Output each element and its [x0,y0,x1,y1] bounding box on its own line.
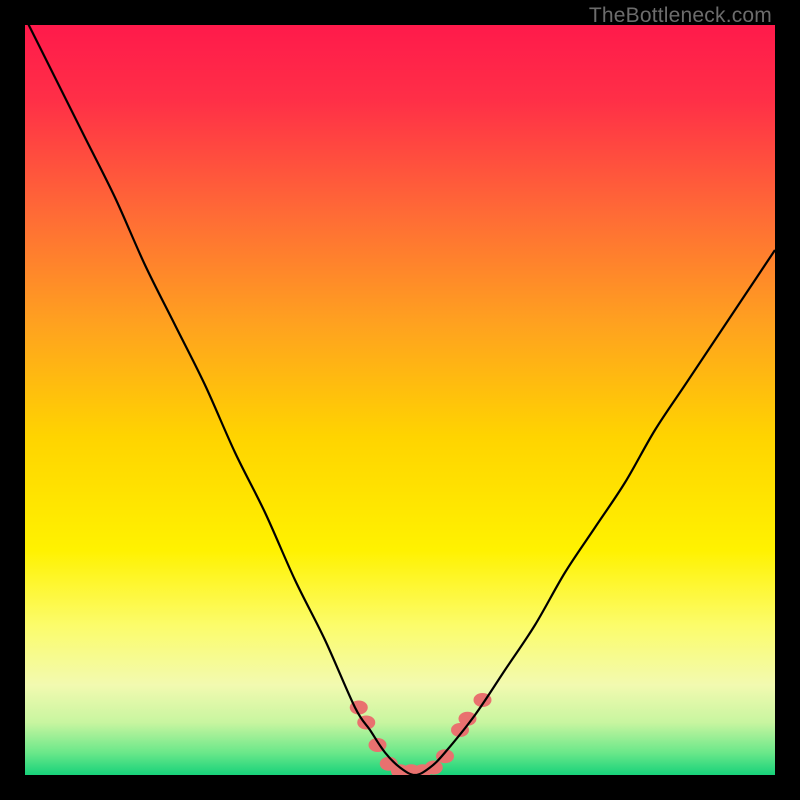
plot-area [25,25,775,775]
gradient-rect [25,25,775,775]
chart-frame: TheBottleneck.com [0,0,800,800]
gradient-background [25,25,775,775]
